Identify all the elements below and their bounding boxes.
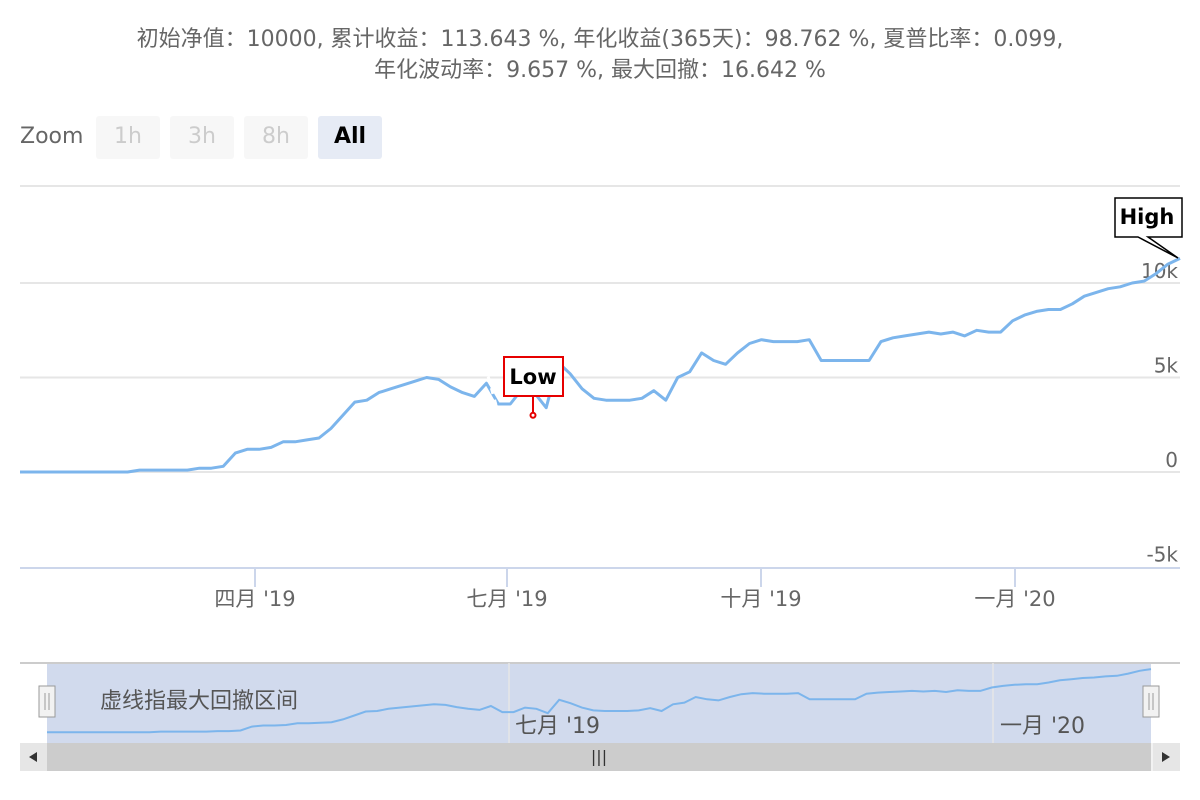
navigator: 虚线指最大回撤区间 七月 '19 一月 '20 <box>20 662 1180 743</box>
high-flag-label: High <box>1120 205 1175 229</box>
navigator-left-handle[interactable] <box>38 685 56 718</box>
x-tick-label: 四月 '19 <box>214 587 295 611</box>
series-equity <box>20 257 1181 474</box>
scrollbar[interactable]: ||| <box>20 743 1180 771</box>
navigator-tick-jul-19: 七月 '19 <box>515 714 600 739</box>
series-line <box>20 257 1181 474</box>
grid-lines <box>20 185 1180 569</box>
y-tick-label: 5k <box>1154 354 1179 378</box>
y-tick-label: 0 <box>1165 448 1178 472</box>
navigator-right-handle[interactable] <box>1142 685 1160 718</box>
x-tick-label: 一月 '20 <box>974 587 1055 611</box>
x-axis: 四月 '19 七月 '19 十月 '19 一月 '20 <box>214 568 1056 611</box>
y-tick-label: -5k <box>1146 543 1178 567</box>
x-tick-label: 七月 '19 <box>466 587 547 611</box>
navigator-label: 虚线指最大回撤区间 <box>100 689 298 714</box>
flags: Low High <box>503 197 1183 413</box>
equity-chart: -5k05k10k 四月 '19 七月 '19 十月 '19 一月 '20 LowHi… <box>20 185 1183 771</box>
x-tick-label: 十月 '19 <box>720 587 801 611</box>
scrollbar-grip: ||| <box>591 747 607 766</box>
navigator-tick-jan-20: 一月 '20 <box>1000 714 1085 739</box>
low-point-marker <box>529 411 537 419</box>
y-axis: -5k05k10k <box>1141 259 1178 567</box>
low-flag-label: Low <box>509 365 556 389</box>
